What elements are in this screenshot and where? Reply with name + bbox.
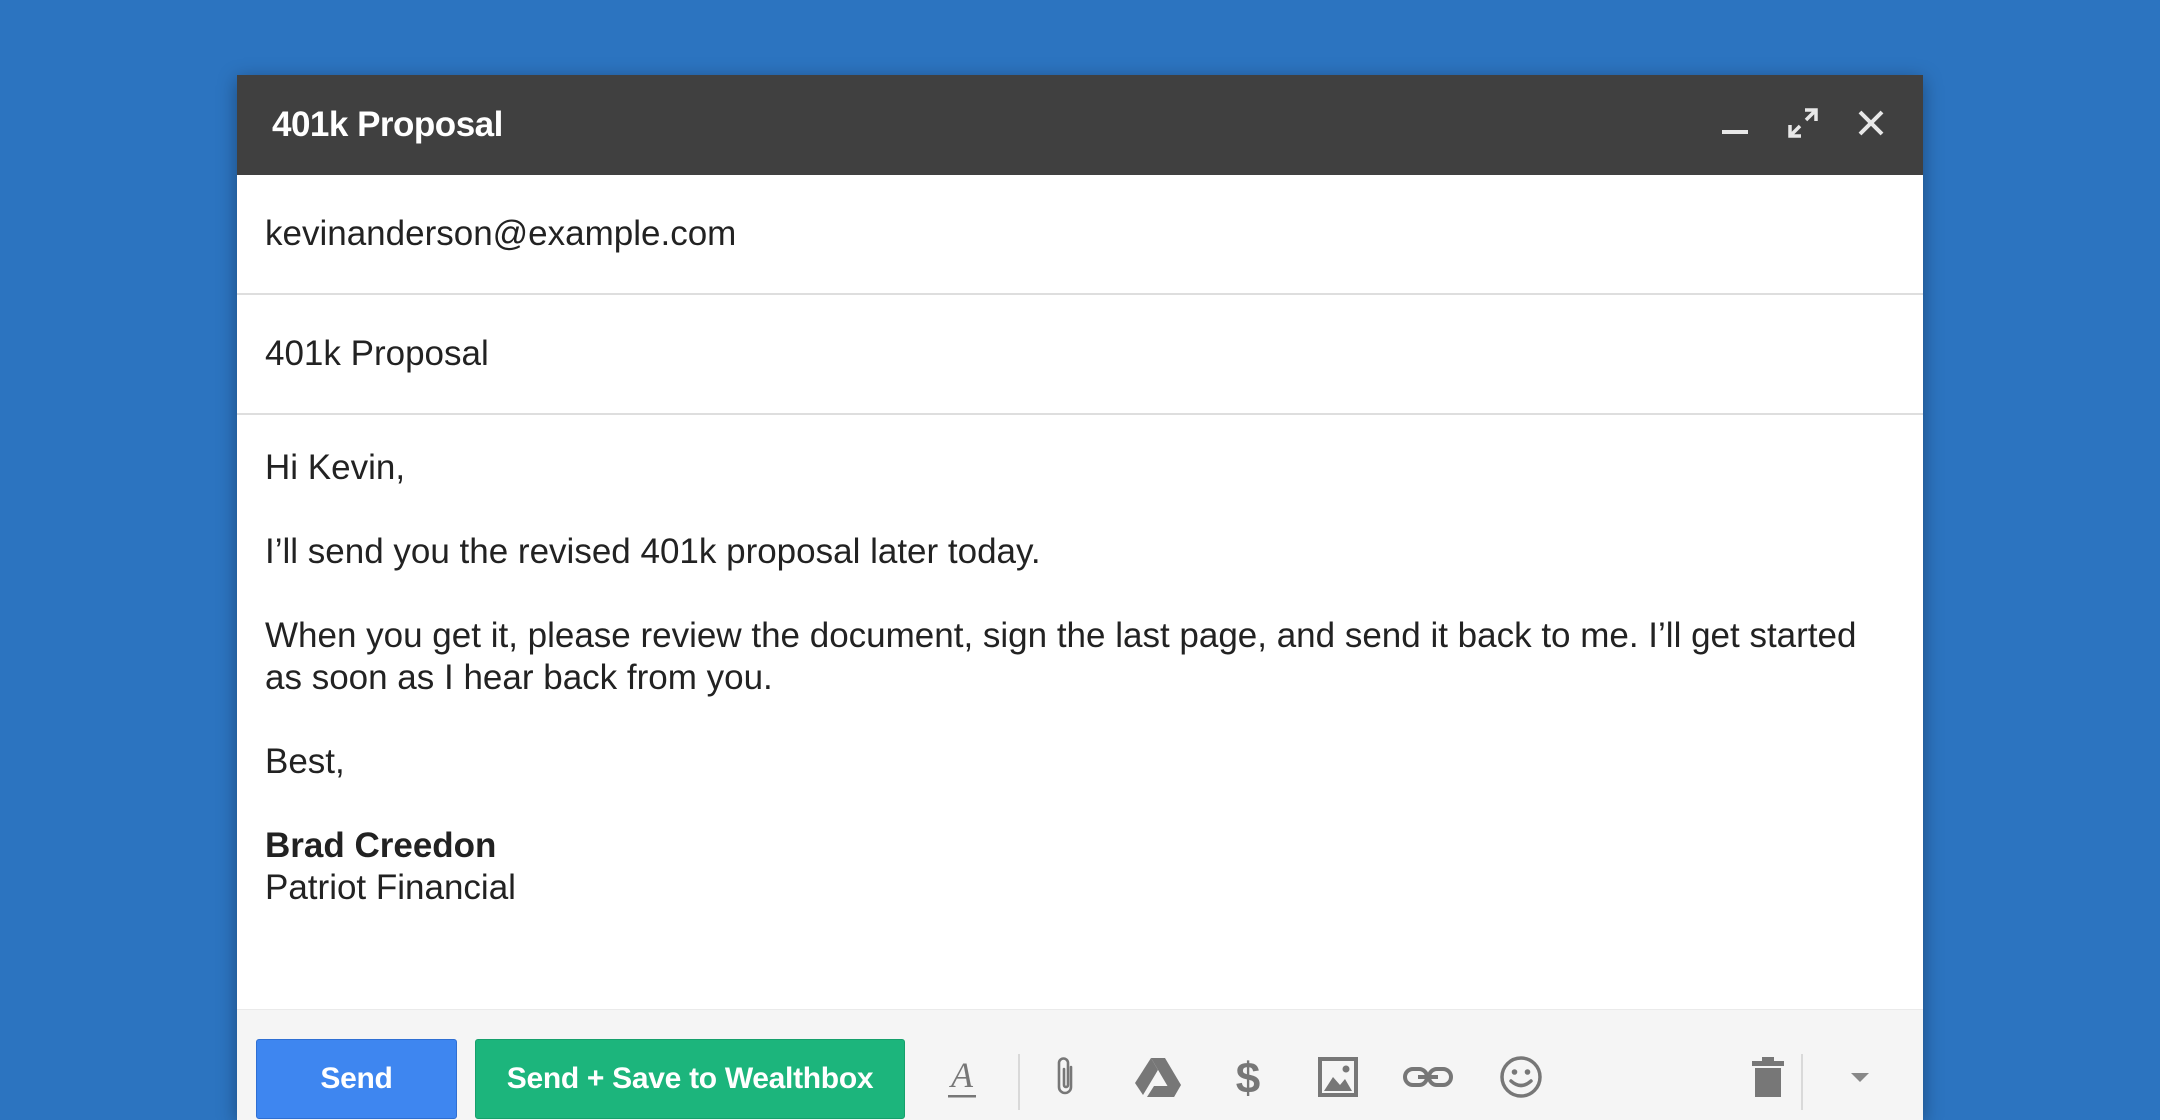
send-save-wealthbox-button[interactable]: Send + Save to Wealthbox bbox=[475, 1039, 905, 1119]
attach-files-button[interactable] bbox=[1035, 1039, 1097, 1119]
message-body[interactable]: Hi Kevin, I’ll send you the revised 401k… bbox=[237, 415, 1923, 1002]
drive-icon bbox=[1134, 1055, 1182, 1104]
subject-field[interactable]: 401k Proposal bbox=[237, 295, 1923, 415]
svg-text:A: A bbox=[949, 1055, 974, 1095]
emoji-icon bbox=[1498, 1054, 1544, 1105]
compose-titlebar[interactable]: 401k Proposal bbox=[237, 75, 1923, 175]
insert-emoji-button[interactable] bbox=[1490, 1039, 1552, 1119]
close-icon bbox=[1856, 108, 1886, 143]
more-options-button[interactable] bbox=[1829, 1039, 1891, 1119]
formatting-icon: A bbox=[942, 1053, 982, 1106]
signature-name: Brad Creedon bbox=[265, 826, 497, 865]
discard-draft-button[interactable] bbox=[1737, 1039, 1799, 1119]
expand-button[interactable] bbox=[1775, 97, 1831, 153]
toolbar-divider bbox=[1801, 1054, 1803, 1110]
insert-link-button[interactable] bbox=[1397, 1039, 1459, 1119]
insert-photo-button[interactable] bbox=[1307, 1039, 1369, 1119]
body-greeting: Hi Kevin, bbox=[265, 448, 406, 487]
compose-window: 401k Proposal kevinanderson@example.com … bbox=[237, 75, 1923, 1120]
compose-toolbar: Send Send + Save to Wealthbox A $ bbox=[237, 1009, 1923, 1120]
body-line-1: I’ll send you the revised 401k proposal … bbox=[265, 532, 1041, 571]
signature-company: Patriot Financial bbox=[265, 868, 516, 907]
svg-text:$: $ bbox=[1236, 1054, 1260, 1101]
signature: Brad Creedon Patriot Financial bbox=[265, 825, 1895, 909]
body-closing: Best, bbox=[265, 742, 345, 781]
paperclip-icon bbox=[1051, 1053, 1081, 1106]
recipient-address: kevinanderson@example.com bbox=[265, 214, 737, 253]
chevron-down-icon bbox=[1848, 1070, 1872, 1089]
body-line-2: When you get it, please review the docum… bbox=[265, 616, 1857, 697]
minimize-icon bbox=[1720, 108, 1750, 143]
window-controls bbox=[1695, 97, 1899, 153]
formatting-options-button[interactable]: A bbox=[931, 1039, 993, 1119]
send-money-button[interactable]: $ bbox=[1217, 1039, 1279, 1119]
toolbar-divider bbox=[1018, 1054, 1020, 1110]
to-field[interactable]: kevinanderson@example.com bbox=[237, 175, 1923, 295]
photo-icon bbox=[1316, 1055, 1360, 1104]
dollar-icon: $ bbox=[1231, 1053, 1265, 1106]
send-button[interactable]: Send bbox=[256, 1039, 457, 1119]
close-button[interactable] bbox=[1843, 97, 1899, 153]
subject-text: 401k Proposal bbox=[265, 334, 489, 373]
trash-icon bbox=[1750, 1055, 1786, 1104]
expand-icon bbox=[1786, 106, 1820, 145]
insert-drive-button[interactable] bbox=[1127, 1039, 1189, 1119]
compose-title: 401k Proposal bbox=[272, 105, 503, 144]
minimize-button[interactable] bbox=[1707, 97, 1763, 153]
link-icon bbox=[1402, 1063, 1454, 1096]
